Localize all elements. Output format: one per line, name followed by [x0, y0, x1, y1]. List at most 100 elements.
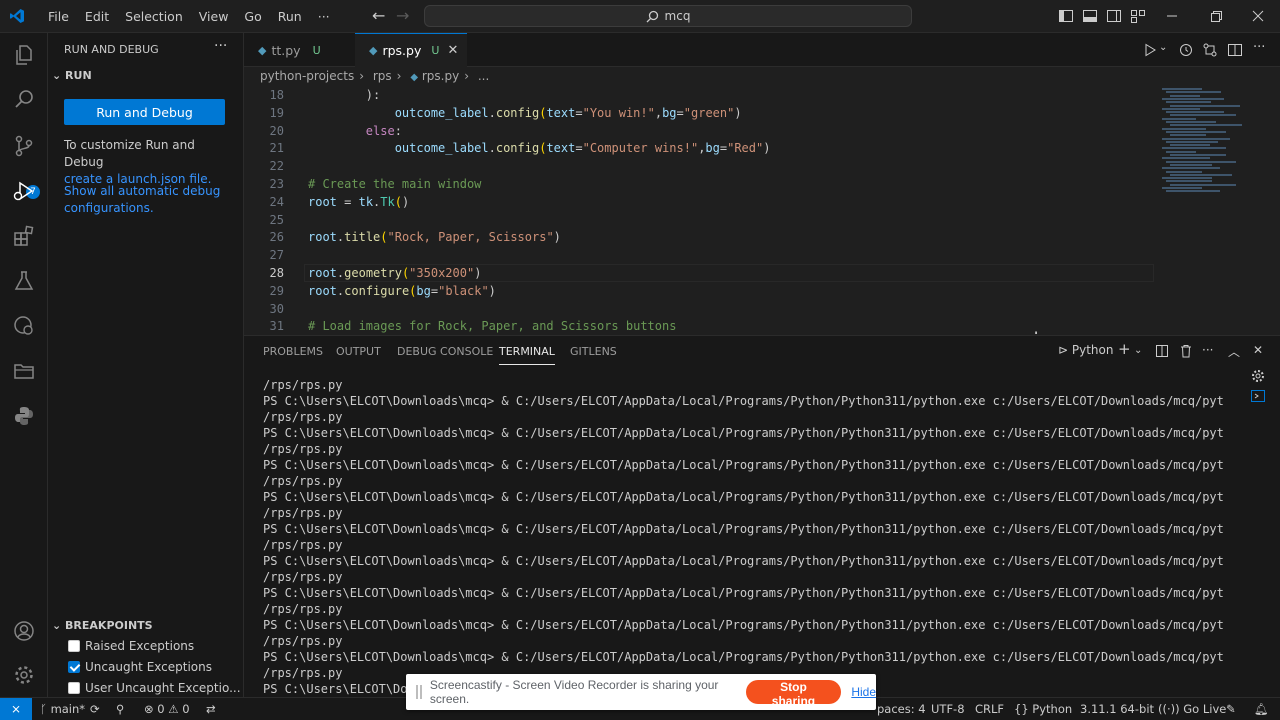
- branch-indicator[interactable]: ᚴ main*: [40, 702, 85, 716]
- remote-explorer-icon[interactable]: [12, 314, 36, 338]
- split-terminal-icon[interactable]: [1154, 343, 1170, 359]
- testing-flask-icon[interactable]: [12, 269, 36, 293]
- new-terminal-plus-icon[interactable]: +: [1118, 340, 1131, 358]
- project-manager-icon[interactable]: [12, 359, 36, 383]
- kill-terminal-trash-icon[interactable]: [1178, 343, 1194, 359]
- split-editor-icon[interactable]: [1227, 42, 1243, 58]
- panel-more-actions[interactable]: ···: [1202, 343, 1213, 359]
- terminal-dropdown-chevron-icon[interactable]: ⌄: [1134, 345, 1142, 361]
- breakpoints-section-header[interactable]: ⌄ BREAKPOINTS: [52, 619, 153, 632]
- show-automatic-debug-link[interactable]: Show all automatic debug: [64, 184, 220, 198]
- git-graph-icon[interactable]: ⚲: [116, 702, 124, 716]
- terminal-shell-selector[interactable]: ⊳ Python: [1058, 343, 1114, 359]
- close-panel-icon[interactable]: ✕: [1253, 343, 1263, 359]
- run-python-file-icon[interactable]: [1142, 42, 1158, 58]
- restore-icon[interactable]: [1208, 8, 1224, 24]
- notifications-bell-icon[interactable]: 🔔︎: [1254, 702, 1269, 716]
- menu-selection[interactable]: Selection: [117, 0, 191, 33]
- tab-problems[interactable]: PROBLEMS: [263, 345, 323, 358]
- sync-icon[interactable]: ⟳: [90, 702, 100, 716]
- settings-gear-icon[interactable]: [12, 663, 36, 687]
- line-number: 23: [269, 177, 284, 191]
- run-section-header[interactable]: ⌄ RUN: [52, 69, 92, 82]
- minimap[interactable]: [1158, 86, 1268, 334]
- toggle-primary-sidebar-icon[interactable]: [1058, 8, 1074, 24]
- language-mode[interactable]: {} Python: [1014, 702, 1072, 716]
- sidebar-more-actions[interactable]: ···: [214, 38, 227, 54]
- run-and-debug-icon[interactable]: [12, 179, 36, 203]
- tab-rps-py[interactable]: ◆ rps.py U ✕: [355, 33, 467, 67]
- breadcrumb: python-projects › rps › ◆ rps.py › ...: [260, 69, 490, 83]
- menu-more[interactable]: ···: [310, 0, 338, 33]
- breadcrumb-item[interactable]: rps: [373, 69, 392, 83]
- open-changes-icon[interactable]: [1202, 42, 1218, 58]
- feedback-icon[interactable]: ✎: [1226, 702, 1236, 716]
- eol-indicator[interactable]: CRLF: [975, 702, 1004, 716]
- go-live-button[interactable]: ((·)) Go Live: [1158, 702, 1226, 716]
- problems-indicator[interactable]: ⊗ 0 ⚠ 0: [144, 702, 190, 716]
- breadcrumb-item[interactable]: python-projects: [260, 69, 354, 83]
- checkbox[interactable]: [68, 682, 80, 694]
- extensions-icon[interactable]: [12, 224, 36, 248]
- terminal-instance-icon[interactable]: [1250, 388, 1266, 404]
- back-arrow-icon[interactable]: ←: [372, 8, 385, 24]
- breakpoint-user-uncaught-exceptions[interactable]: User Uncaught Exceptio...: [68, 678, 241, 698]
- timeline-history-icon[interactable]: [1178, 42, 1194, 58]
- minimize-icon[interactable]: [1164, 8, 1180, 24]
- encoding-indicator[interactable]: UTF-8: [931, 702, 965, 716]
- minimap-line: [1162, 97, 1224, 100]
- terminal-output[interactable]: /rps/rps.py PS C:\Users\ELCOT\Downloads\m…: [263, 377, 1223, 697]
- python-interpreter[interactable]: 3.11.1 64-bit: [1080, 702, 1154, 716]
- stop-sharing-button[interactable]: Stop sharing: [745, 680, 842, 708]
- menu-file[interactable]: File: [40, 0, 77, 33]
- run-and-debug-button[interactable]: Run and Debug: [64, 99, 225, 125]
- minimap-line: [1162, 147, 1226, 150]
- editor-more-actions[interactable]: ···: [1253, 40, 1269, 56]
- breakpoint-raised-exceptions[interactable]: Raised Exceptions: [68, 636, 194, 656]
- python-file-icon: ◆: [369, 44, 378, 57]
- explorer-icon[interactable]: [12, 43, 36, 67]
- breakpoint-uncaught-exceptions[interactable]: Uncaught Exceptions: [68, 657, 212, 677]
- error-icon: ⊗: [144, 702, 154, 716]
- source-control-icon[interactable]: [12, 134, 36, 158]
- close-window-icon[interactable]: [1250, 8, 1266, 24]
- show-configurations-link[interactable]: configurations.: [64, 201, 154, 215]
- toggle-secondary-sidebar-icon[interactable]: [1106, 8, 1122, 24]
- close-tab-icon[interactable]: ✕: [447, 43, 458, 58]
- python-icon[interactable]: [12, 404, 36, 428]
- maximize-panel-chevron-up-icon[interactable]: ︿: [1228, 343, 1240, 359]
- forward-arrow-icon[interactable]: →: [396, 8, 409, 24]
- accounts-icon[interactable]: [12, 619, 36, 643]
- tab-output[interactable]: OUTPUT: [336, 345, 381, 358]
- tab-terminal[interactable]: TERMINAL: [499, 345, 555, 365]
- menu-go[interactable]: Go: [236, 0, 269, 33]
- toggle-panel-icon[interactable]: [1082, 8, 1098, 24]
- breadcrumb-item[interactable]: ...: [478, 69, 489, 83]
- customize-layout-icon[interactable]: [1130, 8, 1146, 24]
- terminal-line: /rps/rps.py: [263, 378, 343, 392]
- terminal-config-gear-icon[interactable]: [1250, 368, 1266, 384]
- remote-indicator-icon[interactable]: ⨯: [0, 698, 32, 720]
- command-center-search[interactable]: mcq: [424, 5, 912, 27]
- indentation-indicator[interactable]: paces: 4: [877, 702, 926, 716]
- checkbox[interactable]: [68, 640, 80, 652]
- tab-tt-py[interactable]: ◆ tt.py U: [244, 33, 352, 67]
- hide-banner-link[interactable]: Hide: [851, 685, 876, 699]
- menu-edit[interactable]: Edit: [77, 0, 117, 33]
- tab-debug-console[interactable]: DEBUG CONSOLE: [397, 345, 493, 358]
- breadcrumb-item[interactable]: rps.py: [422, 69, 459, 83]
- terminal-line: PS C:\Users\ELCOT\Downloads\mcq> & C:/Us…: [263, 394, 1223, 408]
- minimap-line: [1162, 137, 1230, 140]
- code-editor[interactable]: 18 ): 19 outcome_label.config(text="You w…: [244, 86, 1154, 334]
- run-dropdown-chevron-icon[interactable]: ⌄: [1159, 42, 1175, 58]
- debug-launch-icon[interactable]: ⇄: [206, 702, 216, 716]
- drag-handle-icon[interactable]: [416, 685, 422, 699]
- search-view-icon[interactable]: [12, 88, 36, 112]
- minimap-line: [1162, 127, 1206, 130]
- minimap-line: [1170, 173, 1232, 176]
- menu-view[interactable]: View: [191, 0, 237, 33]
- terminal-line: PS C:\Users\ELCOT\Downloads\mcq> & C:/Us…: [263, 426, 1223, 440]
- menu-run[interactable]: Run: [270, 0, 310, 33]
- checkbox-checked[interactable]: [68, 661, 80, 673]
- tab-gitlens[interactable]: GITLENS: [570, 345, 617, 358]
